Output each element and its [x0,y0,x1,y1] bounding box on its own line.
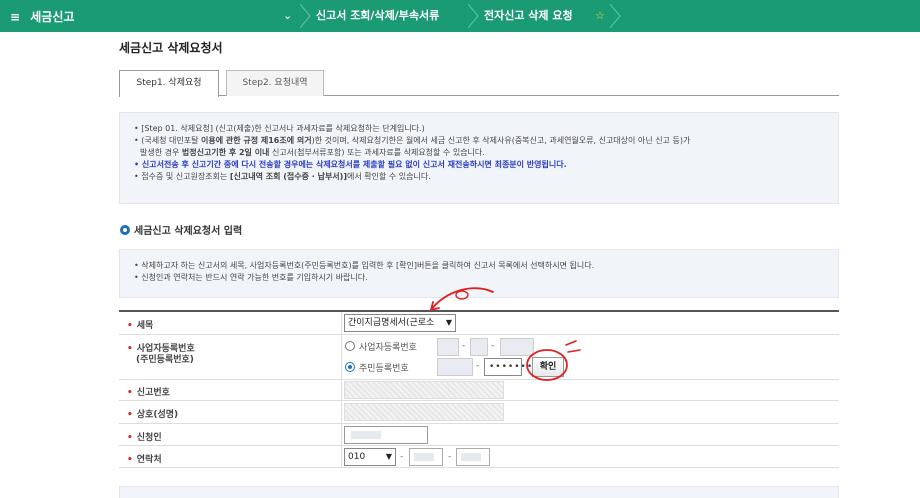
guidance-line-highlight: • 신고서전송 후 신고기간 중에 다시 전송할 경우에는 삭제요청서를 제출할… [134,160,567,169]
delete-request-form: • 세목 간이지급명세서(근로소 ▼ • 사업자등록번호 (주민등록번호) 사업자등록… [119,310,839,468]
phone-middle-input[interactable] [409,448,443,466]
form-row-bizno: • 사업자등록번호 (주민등록번호) 사업자등록번호 - - 주민등록번호 - •… [119,335,839,380]
guidance-line: • 신청인과 연락처는 반드시 연락 가능한 번호를 기입하시기 바랍니다. [134,273,368,282]
radio-resident-no[interactable] [345,362,355,372]
guidance-line: 발생한 경우 법정신고기한 후 2일 이내 신고서(첨부서류포함) 또는 과세자… [140,148,485,157]
chevron-down-icon: ▼ [385,452,392,461]
applicant-input[interactable] [344,426,428,444]
form-row-contact: • 연락처 010 ▼ - - [119,446,839,468]
chevron-down-icon[interactable]: ⌄ [283,9,292,22]
confirm-button[interactable]: 확인 [532,357,564,377]
chevron-down-icon: ▼ [445,318,452,327]
field-label: • 신고번호 [127,388,170,398]
bullet-circle-icon [120,225,130,235]
report-no-input [344,381,504,399]
field-label: • 상호(성명) [127,410,179,420]
bizno-part3-input[interactable] [500,338,534,356]
bizno-part1-input[interactable] [437,338,459,356]
guidance-line: • (국세청 대민포탈 이용에 관한 규정 제16조에 의거)한 것이며, 삭제… [134,136,691,145]
radio-bizno[interactable] [345,341,355,351]
input-guidance-box: • 삭제하고자 하는 신고서의 세목, 사업자등록번호(주민등록번호)를 입력한… [119,249,839,298]
hamburger-icon[interactable]: ≡ [10,10,20,24]
phone-last-input[interactable] [456,448,490,466]
favorite-star-icon[interactable]: ☆ [595,0,605,32]
breadcrumb-item-inquiry[interactable]: 신고서 조회/삭제/부속서류 [316,0,439,32]
form-row-report-no: • 신고번호 [119,380,839,401]
form-row-company: • 상호(성명) [119,401,839,424]
form-row-applicant: • 신청인 [119,424,839,446]
company-name-input [344,403,504,421]
step-tabs: Step1. 삭제요청 Step2. 요청내역 [119,70,839,97]
guidance-line: • [Step 01. 삭제요청] (신고(제출)한 신고서나 과세자료를 삭제… [134,124,425,133]
tab-step1-delete-request[interactable]: Step1. 삭제요청 [119,70,219,97]
breadcrumb-separator-icon [298,4,312,28]
section-title: 세금신고 삭제요청서 입력 [120,222,242,237]
guidance-box: • [Step 01. 삭제요청] (신고(제출)한 신고서나 과세자료를 삭제… [119,112,839,204]
field-label: • 연락처 [127,455,162,465]
guidance-line: • 삭제하고자 하는 신고서의 세목, 사업자등록번호(주민등록번호)를 입력한… [134,261,595,270]
phone-prefix-select[interactable]: 010 ▼ [344,448,396,466]
form-row-tax-item: • 세목 간이지급명세서(근로소 ▼ [119,312,839,335]
menu-label[interactable]: 세금신고 [30,10,74,24]
page-title: 세금신고 삭제요청서 [119,41,223,55]
breadcrumb-item-delete-request[interactable]: 전자신고 삭제 요청 [484,0,573,32]
guidance-line: • 접수증 및 신고원장조회는 [신고내역 조회 (접수증 · 납부서)]에서 … [134,172,431,181]
breadcrumb-separator-icon [466,4,480,28]
radio-label-resident[interactable]: 주민등록번호 [359,361,409,374]
resident-part2-input[interactable]: ••••••• [484,358,532,376]
bottom-info-box [119,486,839,498]
radio-label-bizno[interactable]: 사업자등록번호 [359,340,417,353]
field-label: • 신청인 [127,433,162,443]
main-menu[interactable]: ≡ 세금신고 [10,8,80,25]
field-label: • 사업자등록번호 (주민등록번호) [127,344,195,365]
tax-item-select[interactable]: 간이지급명세서(근로소 ▼ [344,314,456,332]
top-navigation-bar: ≡ 세금신고 ⌄ 신고서 조회/삭제/부속서류 전자신고 삭제 요청 ☆ [0,0,920,32]
breadcrumb-separator-icon [608,4,622,28]
tab-step2-request-history[interactable]: Step2. 요청내역 [226,70,324,96]
field-label: • 세목 [127,321,154,331]
resident-part1-input[interactable] [437,358,473,376]
bizno-part2-input[interactable] [470,338,488,356]
